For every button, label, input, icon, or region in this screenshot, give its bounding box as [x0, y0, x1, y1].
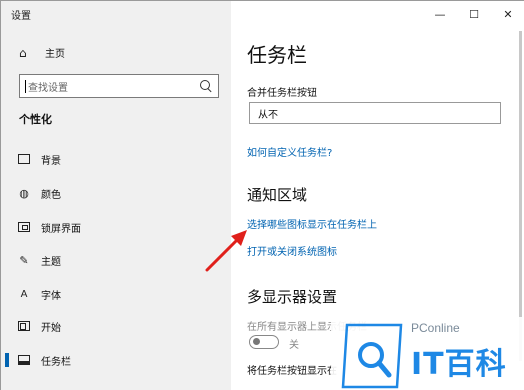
sidebar-item-label: 背景	[41, 155, 61, 167]
watermark-brand: PConline	[411, 321, 460, 335]
search-icon[interactable]	[199, 79, 213, 93]
home-icon: ⌂	[19, 45, 27, 60]
sidebar: 设置 ⌂ 主页 查找设置 个性化 背景 ◍ 颜色 锁屏界面 ✎ 主题 A 字体 …	[1, 1, 231, 390]
system-icons-link[interactable]: 打开或关闭系统图标	[247, 243, 337, 258]
annotation-arrow	[205, 230, 247, 272]
show-buttons-label: 将任务栏按钮显示在	[247, 366, 337, 377]
sidebar-item-label: 开始	[41, 322, 61, 334]
sidebar-item-label: 主题	[41, 256, 61, 268]
notification-area-heading: 通知区域	[247, 186, 308, 204]
settings-window: 设置 ⌂ 主页 查找设置 个性化 背景 ◍ 颜色 锁屏界面 ✎ 主题 A 字体 …	[0, 0, 524, 390]
combine-buttons-dropdown[interactable]: 从不	[249, 102, 501, 124]
search-input[interactable]: 查找设置	[19, 74, 219, 98]
window-controls: — ☐ ✕	[423, 1, 524, 27]
sidebar-item-taskbar[interactable]: 任务栏	[1, 349, 231, 371]
sidebar-item-colors[interactable]: ◍ 颜色	[1, 182, 231, 204]
pconline-watermark: PConline IT百科	[331, 317, 524, 390]
minimize-button[interactable]: —	[423, 1, 457, 27]
section-title: 个性化	[19, 113, 52, 126]
watermark-logo-text: IT百科	[411, 347, 507, 382]
combine-buttons-label: 合并任务栏按钮	[247, 88, 317, 99]
toggle-state-label: 关	[289, 340, 299, 351]
close-button[interactable]: ✕	[491, 1, 524, 27]
maximize-button[interactable]: ☐	[457, 1, 491, 27]
sidebar-item-label: 颜色	[41, 189, 61, 201]
page-title: 任务栏	[247, 43, 307, 67]
sidebar-item-label: 任务栏	[41, 356, 71, 368]
lock-screen-icon	[17, 220, 31, 234]
select-icons-link[interactable]: 选择哪些图标显示在任务栏上	[247, 216, 377, 231]
font-icon: A	[20, 288, 28, 300]
show-all-displays-toggle[interactable]	[249, 335, 279, 349]
sidebar-item-background[interactable]: 背景	[1, 148, 231, 170]
home-label: 主页	[45, 49, 65, 60]
taskbar-icon	[17, 353, 31, 367]
customize-taskbar-link[interactable]: 如何自定义任务栏?	[247, 144, 332, 159]
background-icon	[17, 152, 31, 166]
scrollbar[interactable]	[519, 31, 522, 361]
sidebar-item-label: 锁屏界面	[41, 223, 81, 235]
sidebar-item-fonts[interactable]: A 字体	[1, 283, 231, 305]
sidebar-item-themes[interactable]: ✎ 主题	[1, 249, 231, 271]
sidebar-item-lock-screen[interactable]: 锁屏界面	[1, 216, 231, 238]
dropdown-value: 从不	[258, 109, 278, 121]
search-placeholder: 查找设置	[28, 82, 68, 94]
multi-display-heading: 多显示器设置	[247, 288, 338, 306]
start-icon	[17, 319, 31, 333]
sidebar-item-label: 字体	[41, 290, 61, 302]
home-nav[interactable]: ⌂ 主页	[19, 45, 65, 61]
sidebar-item-start[interactable]: 开始	[1, 315, 231, 337]
palette-icon: ◍	[19, 186, 29, 200]
text-caret	[25, 79, 26, 93]
app-title: 设置	[11, 11, 31, 22]
theme-icon: ✎	[19, 253, 29, 267]
